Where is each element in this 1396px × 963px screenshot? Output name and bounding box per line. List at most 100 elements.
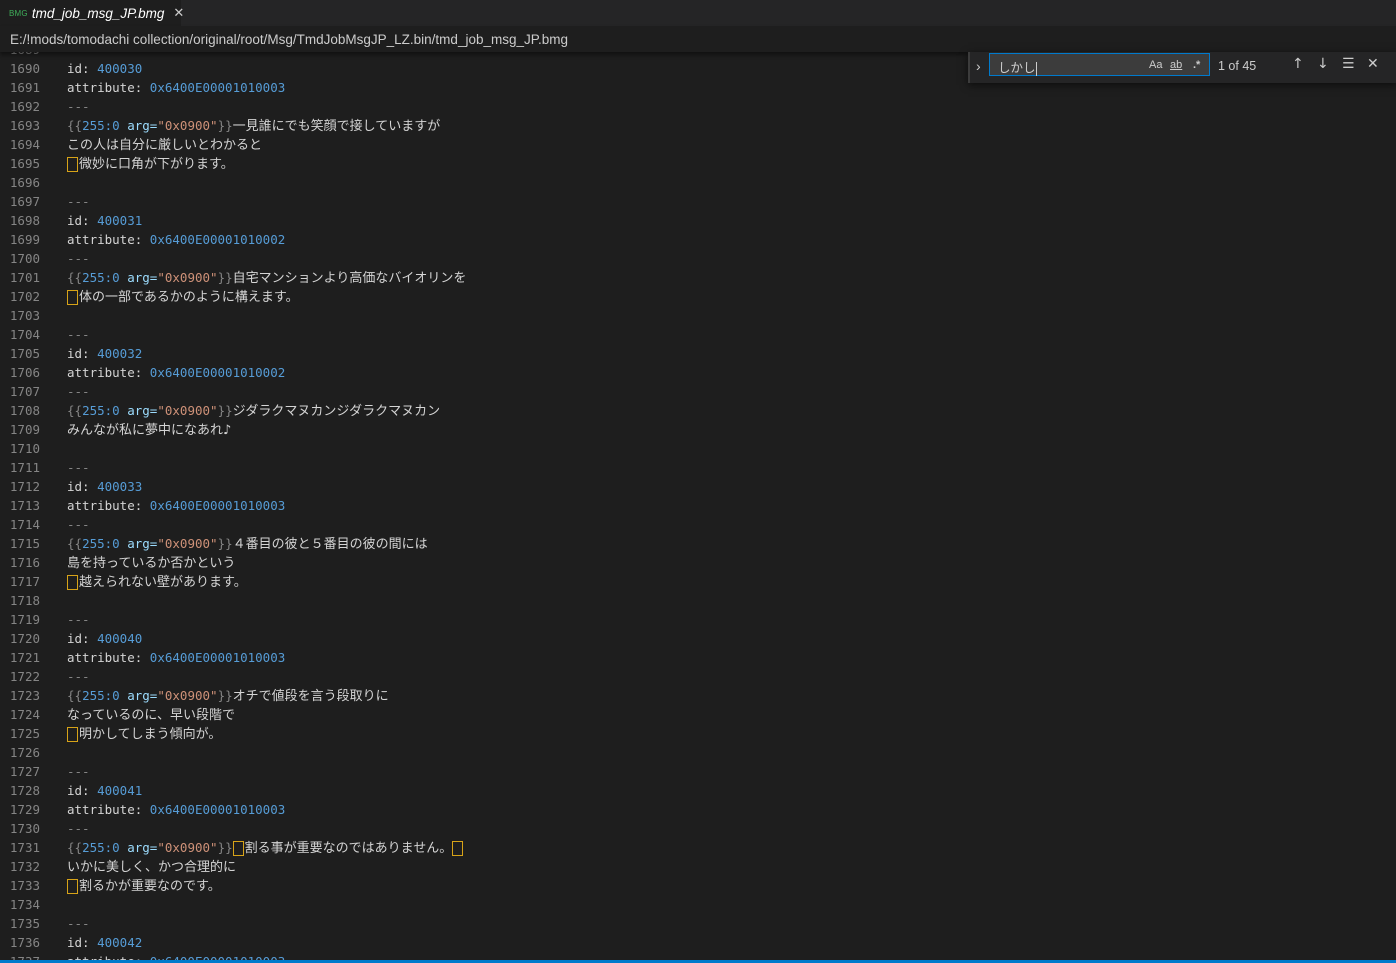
message-text: ４番目の彼と５番目の彼の間には [232, 537, 428, 552]
code-line[interactable]: 1726 [0, 743, 1396, 762]
id-value: 400041 [97, 783, 143, 798]
control-char-box [67, 879, 78, 894]
line-content: --- [67, 325, 90, 344]
line-content: --- [67, 762, 90, 781]
code-line[interactable]: 1721 attribute: 0x6400E00001010003 [0, 648, 1396, 667]
code-line[interactable]: 1707 --- [0, 382, 1396, 401]
code-line[interactable]: 1722 --- [0, 667, 1396, 686]
tag-open: {{ [67, 270, 83, 285]
code-line[interactable]: 1713 attribute: 0x6400E00001010003 [0, 496, 1396, 515]
code-line[interactable]: 1696 [0, 173, 1396, 192]
tag-open: {{ [67, 688, 83, 703]
code-line[interactable]: 1718 [0, 591, 1396, 610]
tag-value: "0x0900" [157, 118, 218, 133]
code-line[interactable]: 1723 {{255:0 arg="0x0900"}}オチで値段を言う段取りに [0, 686, 1396, 705]
code-line[interactable]: 1732 いかに美しく、かつ合理的に [0, 857, 1396, 876]
tag-close: }} [217, 840, 233, 855]
separator: --- [67, 517, 90, 532]
code-line[interactable]: 1701 {{255:0 arg="0x0900"}}自宅マンションより高価なバイ… [0, 268, 1396, 287]
code-line[interactable]: 1706 attribute: 0x6400E00001010002 [0, 363, 1396, 382]
control-char-box [452, 841, 464, 856]
tag-open: {{ [67, 403, 83, 418]
code-line[interactable]: 1710 [0, 439, 1396, 458]
line-number: 1721 [9, 650, 40, 665]
code-line[interactable]: 1693 {{255:0 arg="0x0900"}}一見誰にでも笑顔で接していま… [0, 116, 1396, 135]
close-icon[interactable]: ✕ [1367, 56, 1379, 72]
code-line[interactable]: 1727 --- [0, 762, 1396, 781]
control-char-box [232, 841, 244, 856]
code-line[interactable]: 1703 [0, 306, 1396, 325]
code-line[interactable]: 1697 --- [0, 192, 1396, 211]
find-input-value: しかし [998, 60, 1036, 75]
line-content: 島を持っているか否かという [67, 553, 235, 573]
editor-tab[interactable]: BMG tmd_job_msg_JP.bmg ✕ [0, 0, 184, 26]
code-line[interactable]: 1692 --- [0, 97, 1396, 116]
code-line[interactable]: 1724 なっているのに、早い段階で [0, 705, 1396, 724]
line-number: 1708 [9, 403, 40, 418]
code-editor[interactable]: 1689 --- 1690 id: 400030 1691 attribute: 0x64… [0, 52, 1396, 961]
arrow-down-icon[interactable]: ↓ [1317, 56, 1329, 72]
code-line[interactable]: 1694 この人は自分に厳しいとわかると [0, 135, 1396, 154]
id-value: 400040 [97, 631, 143, 646]
code-line[interactable]: 1719 --- [0, 610, 1396, 629]
arrow-up-icon[interactable]: ↑ [1292, 56, 1304, 72]
code-line[interactable]: 1735 --- [0, 914, 1396, 933]
line-content: --- [67, 458, 90, 477]
id-value: 400031 [97, 213, 143, 228]
message-text: 一見誰にでも笑顔で接していますが [232, 119, 441, 134]
line-number: 1718 [9, 593, 40, 608]
id-value: 400030 [97, 61, 143, 76]
code-line[interactable]: 1734 [0, 895, 1396, 914]
close-icon[interactable]: ✕ [173, 6, 184, 21]
code-line[interactable]: 1709 みんなが私に夢中になあれ♪ [0, 420, 1396, 439]
line-content: id: 400033 [67, 477, 142, 496]
separator: --- [67, 194, 90, 209]
line-number: 1697 [9, 194, 40, 209]
find-in-selection-icon[interactable]: ☰ [1342, 56, 1355, 72]
code-line[interactable]: 1711 --- [0, 458, 1396, 477]
code-line[interactable]: 1729 attribute: 0x6400E00001010003 [0, 800, 1396, 819]
tag-code: 255:0 [82, 688, 120, 703]
code-line[interactable]: 1728 id: 400041 [0, 781, 1396, 800]
breadcrumb-path[interactable]: E:/!mods/tomodachi collection/original/r… [10, 32, 568, 47]
tag-code: 255:0 [82, 270, 120, 285]
line-number: 1706 [9, 365, 40, 380]
code-line[interactable]: 1699 attribute: 0x6400E00001010002 [0, 230, 1396, 249]
code-line[interactable]: 1705 id: 400032 [0, 344, 1396, 363]
find-widget: › しかし Aa ab .* 1 of 45 ↑ ↓ ☰ ✕ [968, 52, 1396, 83]
message-text: 割るかが重要なのです。 [79, 879, 221, 894]
code-line[interactable]: 1700 --- [0, 249, 1396, 268]
code-line[interactable]: 1736 id: 400042 [0, 933, 1396, 952]
code-line[interactable]: 1708 {{255:0 arg="0x0900"}}ジダラクマヌカンジダラクマヌ… [0, 401, 1396, 420]
code-line[interactable]: 1712 id: 400033 [0, 477, 1396, 496]
code-line[interactable]: 1717 越えられない壁があります。 [0, 572, 1396, 591]
line-content: --- [67, 610, 90, 629]
toggle-replace-chevron-icon[interactable]: › [976, 58, 981, 74]
message-text: いかに美しく、かつ合理的に [67, 860, 237, 875]
code-line[interactable]: 1715 {{255:0 arg="0x0900"}}４番目の彼と５番目の彼の間に… [0, 534, 1396, 553]
attribute-key: attribute: [67, 802, 143, 817]
match-whole-word-button[interactable]: ab [1170, 59, 1182, 71]
line-number: 1693 [9, 118, 40, 133]
line-number: 1736 [9, 935, 40, 950]
id-value: 400042 [97, 935, 143, 950]
find-input[interactable]: しかし Aa ab .* [989, 53, 1210, 76]
tab-bar: BMG tmd_job_msg_JP.bmg ✕ [0, 0, 1396, 26]
use-regex-button[interactable]: .* [1193, 59, 1200, 71]
code-line[interactable]: 1733 割るかが重要なのです。 [0, 876, 1396, 895]
code-line[interactable]: 1730 --- [0, 819, 1396, 838]
tag-open: {{ [67, 536, 83, 551]
tab-filename[interactable]: tmd_job_msg_JP.bmg [32, 6, 165, 21]
code-line[interactable]: 1731 {{255:0 arg="0x0900"}} 割る事が重要なのではありませ… [0, 838, 1396, 857]
tag-open: {{ [67, 840, 83, 855]
code-line[interactable]: 1714 --- [0, 515, 1396, 534]
code-line[interactable]: 1695 微妙に口角が下がります。 [0, 154, 1396, 173]
code-line[interactable]: 1716 島を持っているか否かという [0, 553, 1396, 572]
code-line[interactable]: 1720 id: 400040 [0, 629, 1396, 648]
code-line[interactable]: 1704 --- [0, 325, 1396, 344]
match-case-button[interactable]: Aa [1149, 59, 1162, 71]
find-result-count: 1 of 45 [1218, 59, 1257, 73]
code-line[interactable]: 1698 id: 400031 [0, 211, 1396, 230]
code-line[interactable]: 1702 体の一部であるかのように構えます。 [0, 287, 1396, 306]
code-line[interactable]: 1725 明かしてしまう傾向が。 [0, 724, 1396, 743]
